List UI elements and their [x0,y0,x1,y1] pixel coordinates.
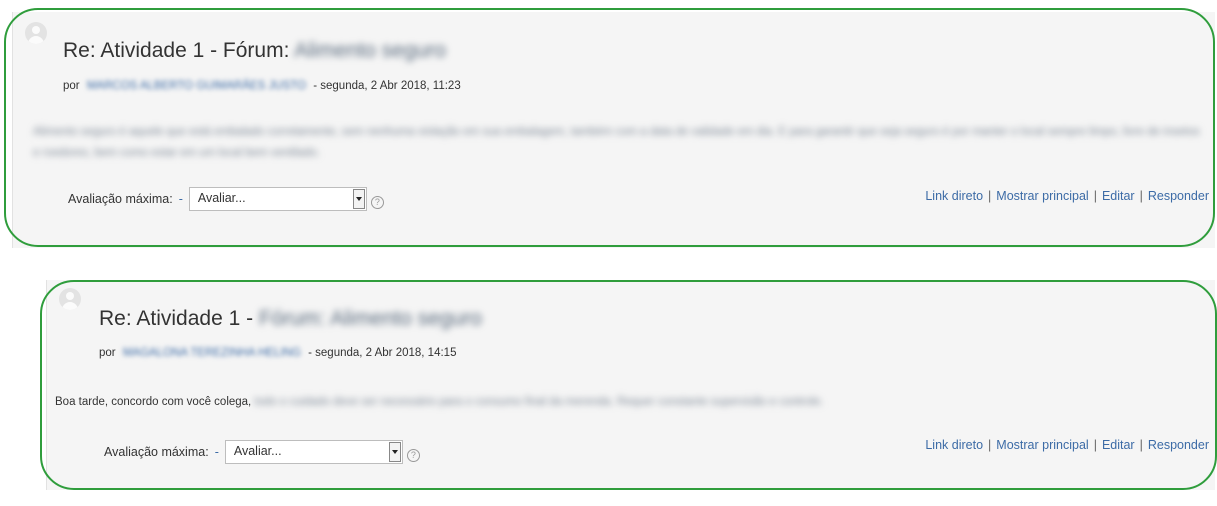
message-text: Boa tarde, concordo com você colega, [55,396,252,408]
show-parent-link[interactable]: Mostrar principal [996,438,1088,452]
separator: | [1139,189,1143,203]
message-text-blurred: todo o cuidado deve ser necessário para … [254,396,824,408]
rating-select-value: Avaliar... [233,444,282,458]
message-text-blurred: Alimento seguro é aquele que está embala… [33,126,1200,159]
forum-post-1: Re: Atividade 1 - Fórum: Alimento seguro… [12,12,1215,248]
byline-label: por [63,80,80,92]
dropdown-arrow-icon[interactable] [388,442,401,462]
post-title-prefix: Re: Atividade 1 - [99,307,254,330]
rating-area: Avaliação máxima: - Avaliar... ? [68,187,384,211]
reply-link[interactable]: Responder [1148,438,1209,452]
post-commands: Link direto | Mostrar principal | Editar | Res… [925,438,1209,452]
user-avatar-icon[interactable] [25,22,47,44]
rating-value: - [214,445,219,459]
dropdown-arrow-icon[interactable] [352,189,365,209]
post-date: - segunda, 2 Abr 2018, 11:23 [313,80,461,92]
post-title-subject: Fórum: Alimento seguro [258,307,482,330]
separator: | [1093,438,1097,452]
separator: | [1139,438,1143,452]
forum-post-2: Re: Atividade 1 - Fórum: Alimento seguro… [46,280,1215,490]
post-message: Boa tarde, concordo com você colega, tod… [55,392,1205,413]
edit-link[interactable]: Editar [1102,438,1135,452]
separator: | [988,189,992,203]
post-byline: por MAGALONA TEREZINHA HELING - segunda,… [99,347,456,359]
separator: | [988,438,992,452]
post-commands: Link direto | Mostrar principal | Editar | Res… [925,189,1209,203]
post-title: Re: Atividade 1 - Fórum: Alimento seguro [99,307,482,331]
post-message: Alimento seguro é aquele que está embala… [33,122,1208,164]
permalink-link[interactable]: Link direto [925,189,983,203]
edit-link[interactable]: Editar [1102,189,1135,203]
help-icon[interactable]: ? [406,448,420,462]
author-link[interactable]: MARCOS ALBERTO GUIMARÃES JUSTO [87,80,306,92]
rating-select[interactable]: Avaliar... [224,440,403,464]
post-title: Re: Atividade 1 - Fórum: Alimento seguro [63,39,446,63]
rating-select-value: Avaliar... [197,191,246,205]
help-icon[interactable]: ? [370,195,384,209]
separator: | [1093,189,1097,203]
rating-select[interactable]: Avaliar... [188,187,367,211]
rating-label: Avaliação máxima: [68,192,173,206]
reply-link[interactable]: Responder [1148,189,1209,203]
user-avatar-icon[interactable] [59,288,81,310]
byline-label: por [99,347,116,359]
permalink-link[interactable]: Link direto [925,438,983,452]
rating-label: Avaliação máxima: [104,445,209,459]
rating-area: Avaliação máxima: - Avaliar... ? [104,440,420,464]
post-title-prefix: Re: Atividade 1 - Fórum: [63,39,290,62]
post-byline: por MARCOS ALBERTO GUIMARÃES JUSTO - seg… [63,80,461,92]
show-parent-link[interactable]: Mostrar principal [996,189,1088,203]
post-title-subject: Alimento seguro [294,39,446,62]
post-date: - segunda, 2 Abr 2018, 14:15 [308,347,457,359]
rating-value: - [178,192,183,206]
author-link[interactable]: MAGALONA TEREZINHA HELING [123,347,301,359]
